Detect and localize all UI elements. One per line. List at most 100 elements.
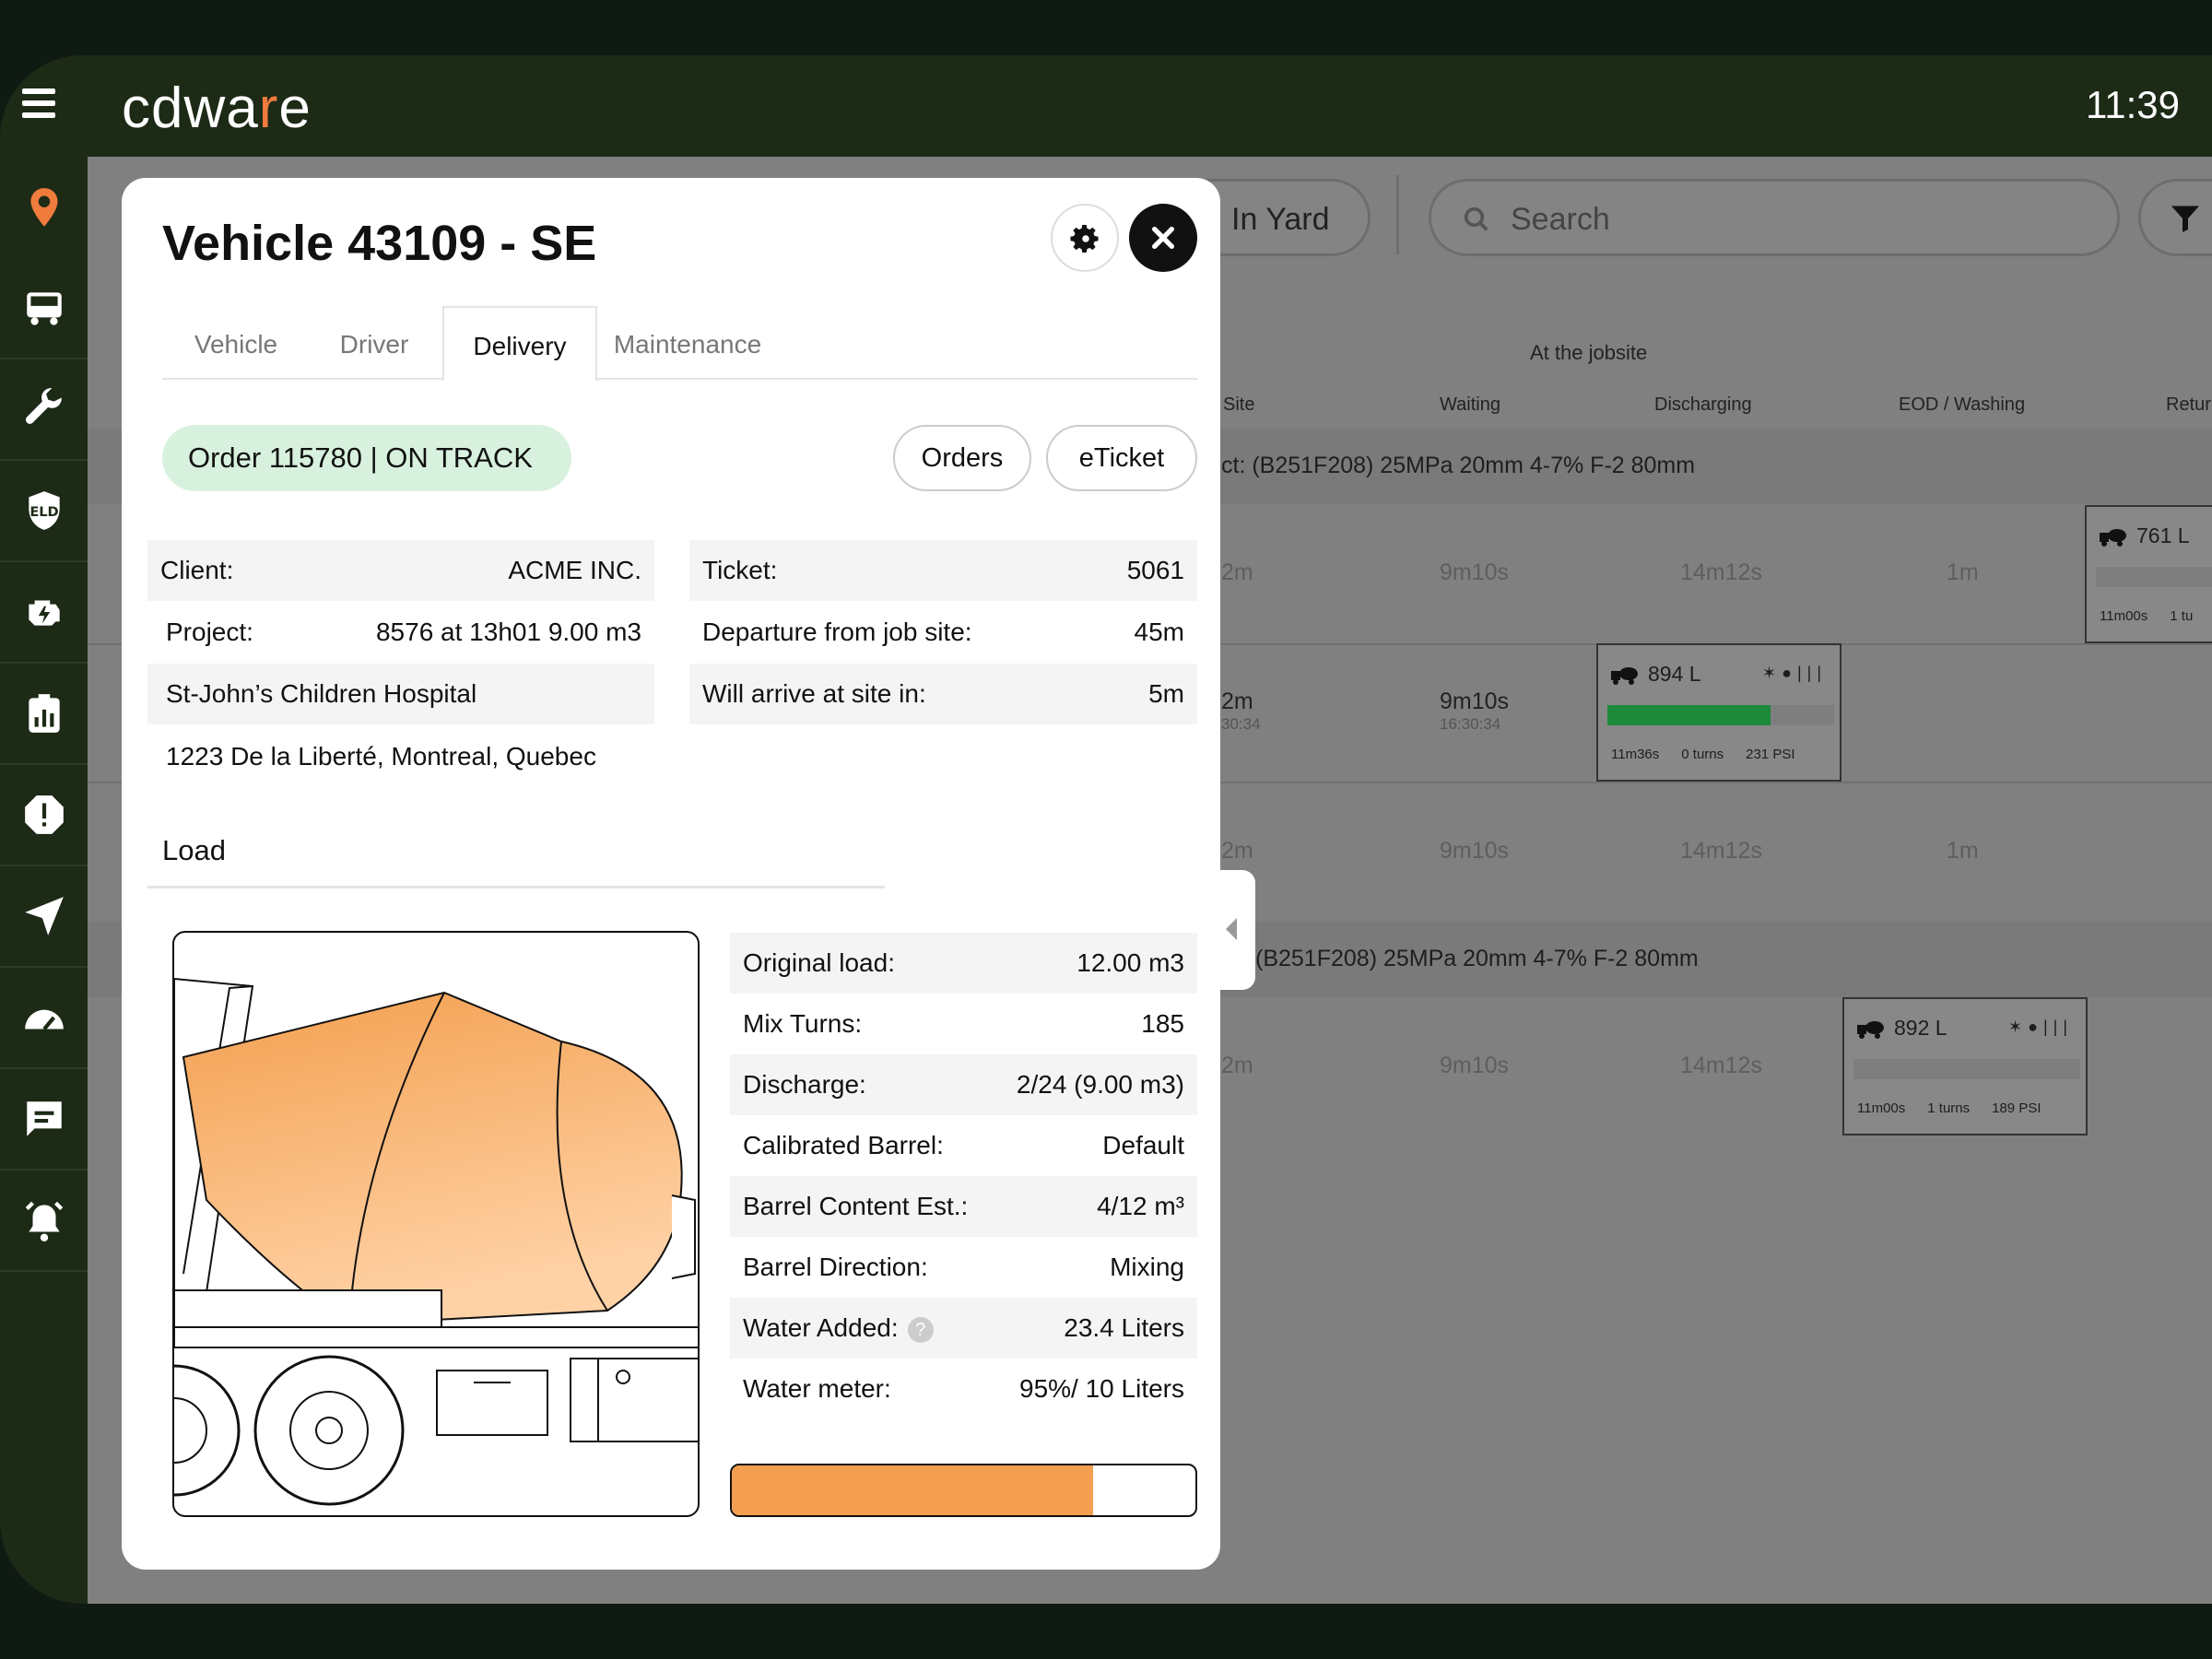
row1-waiting: 9m10s	[1440, 559, 1510, 585]
order-status-badge: Order 115780 | ON TRACK	[162, 425, 571, 491]
vehicle-detail-modal: Vehicle 43109 - SE Vehicle Driver Delive…	[122, 178, 1220, 1570]
spec-discharge: Discharge: 2/24 (9.00 m3)	[730, 1054, 1197, 1115]
mixer-barrel-illustration	[172, 931, 700, 1517]
help-icon[interactable]: ?	[907, 1316, 934, 1343]
sidebar-item-reports[interactable]	[0, 664, 88, 765]
chat-icon	[26, 1101, 62, 1136]
sidebar-item-map[interactable]	[0, 157, 88, 258]
column-discharging: Discharging	[1654, 394, 1752, 415]
load-divider	[147, 886, 885, 888]
truck-progress-fill	[1607, 705, 1771, 725]
settings-button[interactable]	[1051, 204, 1119, 272]
orders-button[interactable]: Orders	[893, 425, 1031, 491]
chevron-left-icon	[1226, 918, 1237, 940]
alarm-bell-icon	[25, 1201, 63, 1241]
engine-icon	[28, 600, 60, 626]
hamburger-menu-icon[interactable]	[22, 88, 55, 118]
product-label-1: ct: (B251F208) 25MPa 20mm 4-7% F-2 80mm	[1221, 453, 1696, 478]
mixer-truck-icon	[1611, 666, 1638, 685]
mixer-truck-icon	[1857, 1020, 1884, 1039]
load-heading: Load	[162, 834, 226, 866]
sidebar-item-alarms[interactable]	[0, 1171, 88, 1272]
svg-text:ELD: ELD	[29, 504, 58, 520]
truck-card[interactable]: 894 L ✶●||| 11m36s 0 turns 231 PSI	[1596, 643, 1841, 782]
mixer-truck-illustration-icon	[174, 977, 698, 1506]
modal-tabs: Vehicle Driver Delivery Maintenance	[162, 306, 1197, 382]
close-icon	[1152, 227, 1174, 249]
gear-icon	[1070, 225, 1099, 253]
truck-progress-bar	[1853, 1059, 2080, 1079]
row3-waiting: 9m10s	[1440, 838, 1510, 864]
spec-barrel-content: Barrel Content Est.: 4/12 m³	[730, 1176, 1197, 1237]
sidebar-item-vehicles[interactable]	[0, 258, 88, 359]
truck-card[interactable]: 761 L 11m00s 1 tu	[2085, 505, 2212, 643]
sidebar-item-alerts[interactable]	[0, 765, 88, 866]
column-return: Retur	[2166, 394, 2211, 415]
row4-waiting: 9m10s	[1440, 1053, 1510, 1078]
clock: 11:39	[2086, 83, 2180, 126]
filter-button[interactable]	[2138, 179, 2212, 256]
spec-water-meter: Water meter: 95%/ 10 Liters	[743, 1374, 1184, 1403]
barrel-level-fill	[732, 1465, 1094, 1515]
report-chart-icon	[28, 694, 60, 733]
arrival-row: Will arrive at site in: 5m	[689, 664, 1197, 724]
ticket-row: Ticket: 5061	[689, 540, 1197, 601]
column-site: Site	[1223, 394, 1255, 415]
app-logo: cdware	[122, 76, 312, 140]
sidebar-item-eld[interactable]: ELD	[0, 461, 88, 562]
sidebar-item-dashboard[interactable]	[0, 968, 88, 1069]
row3-eod: 1m	[1947, 838, 1979, 864]
truck-meta: 11m00s 1 tu	[2100, 608, 2194, 624]
truck-card[interactable]: 892 L ✶●||| 11m00s 1 turns 189 PSI	[1842, 997, 2088, 1135]
sidebar-item-messages[interactable]	[0, 1069, 88, 1171]
location-pin-icon	[29, 188, 58, 227]
column-eod-washing: EOD / Washing	[1899, 394, 2026, 415]
spec-original-load: Original load: 12.00 m3	[730, 933, 1197, 994]
status-icons: ✶●|||	[2008, 1018, 2073, 1036]
search-input[interactable]: Search	[1429, 179, 2120, 256]
row3-discharging: 14m12s	[1680, 838, 1762, 864]
search-placeholder: Search	[1511, 202, 1610, 237]
truck-volume: 892 L	[1894, 1016, 1947, 1040]
tab-driver[interactable]: Driver	[310, 306, 439, 380]
row1-eod: 1m	[1947, 559, 1979, 585]
sidebar-item-navigation[interactable]	[0, 866, 88, 968]
truck-icon	[26, 292, 62, 325]
row1-site: 2m	[1221, 559, 1253, 585]
spec-mix-turns: Mix Turns: 185	[743, 1009, 1184, 1038]
row4-site: 2m	[1221, 1053, 1253, 1078]
row3-site: 2m	[1221, 838, 1253, 864]
group-label: At the jobsite	[1530, 341, 1648, 364]
row1-discharging: 14m12s	[1680, 559, 1762, 585]
status-icons: ✶●|||	[1762, 664, 1827, 682]
truck-meta: 11m36s 0 turns 231 PSI	[1611, 747, 1795, 762]
truck-volume: 761 L	[2136, 524, 2190, 547]
eld-shield-icon: ELD	[28, 491, 60, 530]
tab-delivery[interactable]: Delivery	[442, 306, 597, 382]
eticket-button[interactable]: eTicket	[1046, 425, 1197, 491]
spec-water-added: Water Added:? 23.4 Liters	[730, 1298, 1197, 1359]
alert-icon	[24, 795, 64, 834]
sidebar-item-engine[interactable]	[0, 562, 88, 664]
tab-maintenance[interactable]: Maintenance	[597, 306, 778, 380]
truck-progress-bar	[1607, 705, 1834, 725]
sidebar-item-maintenance[interactable]	[0, 359, 88, 461]
row2-site: 2m 30:34	[1221, 688, 1261, 733]
barrel-level-bar	[730, 1464, 1197, 1517]
close-button[interactable]	[1129, 204, 1197, 272]
site-name-row: St-John’s Children Hospital	[147, 664, 654, 724]
top-bar: cdware 11:39	[0, 55, 2212, 157]
spec-calibrated-barrel: Calibrated Barrel: Default	[743, 1131, 1184, 1159]
toolbar-divider	[1396, 175, 1399, 254]
wrench-icon	[25, 388, 62, 424]
gauge-icon	[24, 1009, 64, 1030]
mixer-truck-icon	[2100, 528, 2126, 547]
tab-vehicle[interactable]: Vehicle	[162, 306, 310, 380]
truck-meta: 11m00s 1 turns 189 PSI	[1857, 1100, 2041, 1116]
search-icon	[1464, 206, 1488, 231]
column-waiting: Waiting	[1440, 394, 1500, 415]
product-label-2: (B251F208) 25MPa 20mm 4-7% F-2 80mm	[1255, 946, 1699, 971]
filter-icon	[2171, 206, 2199, 232]
project-row: Project: 8576 at 13h01 9.00 m3	[166, 618, 641, 646]
row2-waiting: 9m10s 16:30:34	[1440, 688, 1510, 733]
